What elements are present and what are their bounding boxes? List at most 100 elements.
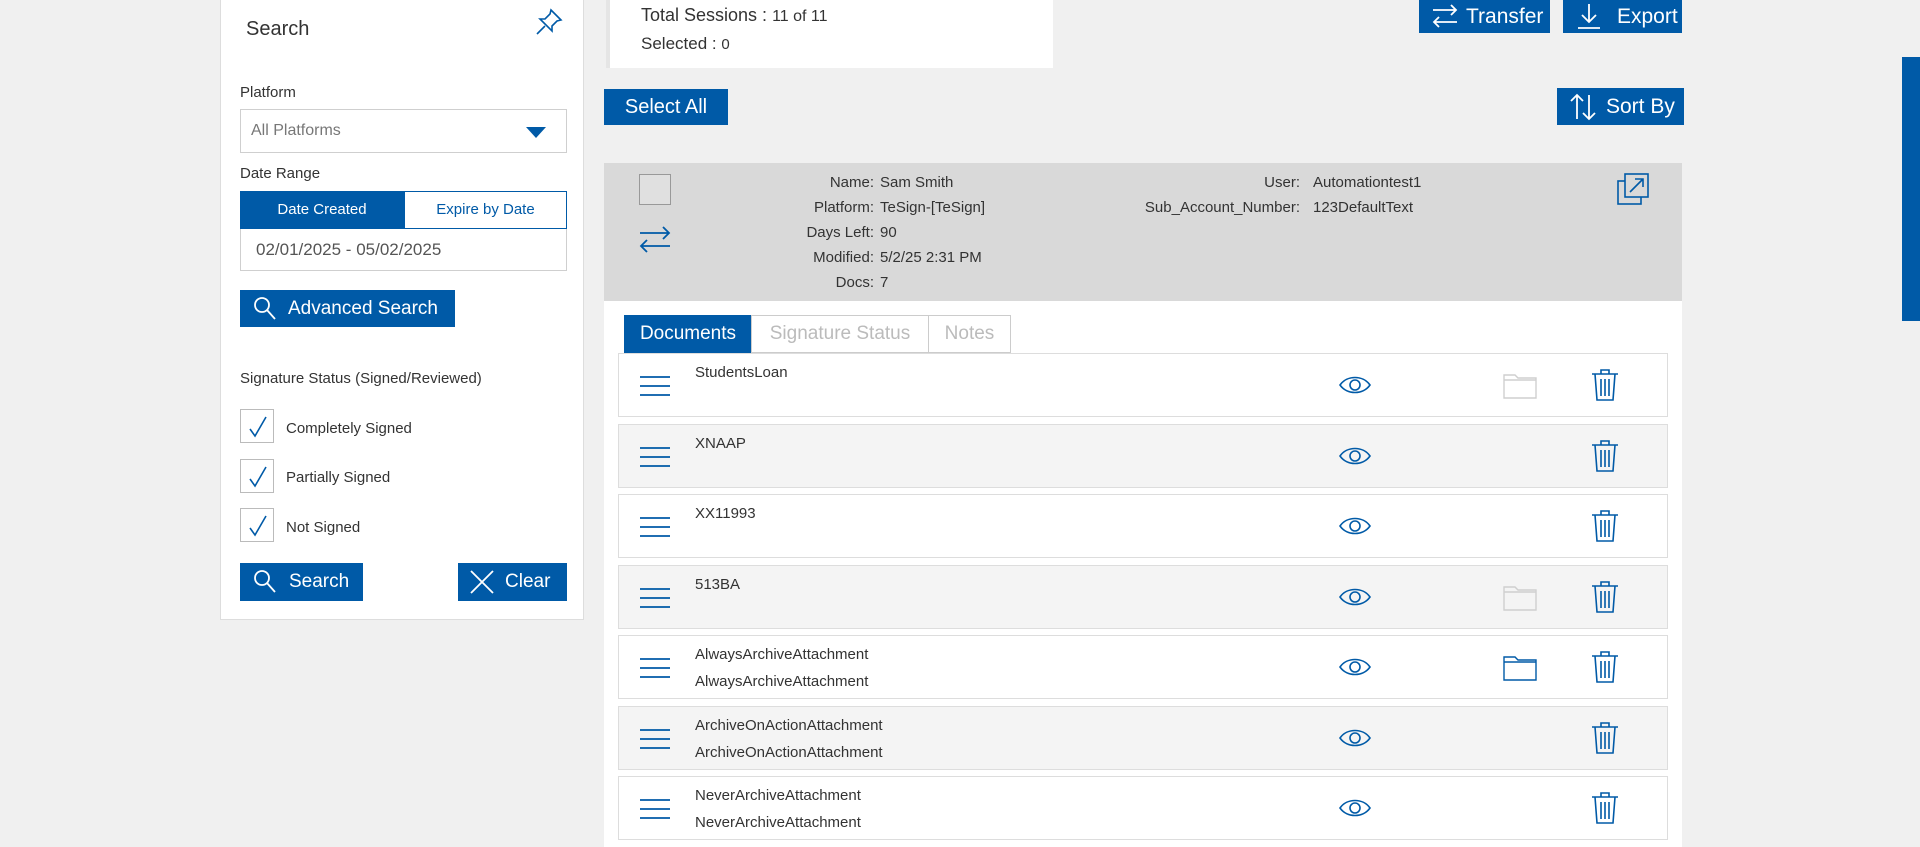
checkmark-icon (249, 515, 267, 537)
table-row[interactable]: XNAAP (618, 424, 1668, 488)
tab-signature-status[interactable]: Signature Status (751, 315, 929, 353)
trash-icon[interactable] (1591, 510, 1619, 547)
transfer-icon[interactable] (638, 225, 672, 260)
selected-count: Selected : 0 (641, 34, 730, 54)
platform-value: TeSign-[TeSign] (880, 199, 986, 216)
drag-handle-icon[interactable] (639, 516, 671, 543)
advanced-search-label: Advanced Search (288, 297, 438, 319)
transfer-button-label: Transfer (1466, 4, 1544, 28)
table-row[interactable]: AlwaysArchiveAttachment AlwaysArchiveAtta… (618, 635, 1668, 699)
document-name: XNAAP (695, 435, 746, 452)
eye-icon[interactable] (1339, 656, 1371, 683)
date-range-label: Date Range (240, 165, 321, 182)
document-name: StudentsLoan (695, 364, 788, 381)
document-name: NeverArchiveAttachment (695, 787, 861, 804)
sub-account-value: 123DefaultText (1313, 199, 1414, 216)
table-row[interactable]: NeverArchiveAttachment NeverArchiveAttach… (618, 776, 1668, 840)
checkmark-icon (249, 466, 267, 488)
days-left-value: 90 (880, 224, 897, 241)
table-row[interactable]: StudentsLoan (618, 353, 1668, 417)
drag-handle-icon[interactable] (639, 375, 671, 402)
trash-icon[interactable] (1591, 792, 1619, 829)
session-checkbox[interactable] (639, 174, 671, 205)
platform-select[interactable]: All Platforms (240, 109, 567, 153)
date-range-input[interactable]: 02/01/2025 - 05/02/2025 (240, 229, 567, 271)
tab-date-created[interactable]: Date Created (240, 191, 404, 229)
checkbox-not-signed[interactable] (240, 508, 274, 542)
advanced-search-button[interactable]: Advanced Search (240, 290, 455, 327)
drag-handle-icon[interactable] (639, 657, 671, 684)
total-sessions: Total Sessions : 11 of 11 (641, 5, 828, 26)
days-left-key: Days Left: (806, 224, 874, 241)
trash-icon[interactable] (1591, 722, 1619, 759)
table-row[interactable]: XX11993 (618, 494, 1668, 558)
docs-value: 7 (880, 274, 889, 291)
eye-icon[interactable] (1339, 797, 1371, 824)
scrollbar-thumb[interactable] (1902, 57, 1920, 321)
session-summary: Total Sessions : 11 of 11 Selected : 0 (606, 0, 1053, 68)
tab-expire-by-date[interactable]: Expire by Date (404, 191, 567, 229)
eye-icon[interactable] (1339, 586, 1371, 613)
document-name: XX11993 (695, 505, 756, 522)
clear-button[interactable]: Clear (458, 563, 567, 601)
tab-notes[interactable]: Notes (928, 315, 1011, 353)
platform-key: Platform: (813, 199, 874, 216)
name-value: Sam Smith (880, 174, 954, 191)
drag-handle-icon[interactable] (639, 728, 671, 755)
tab-documents[interactable]: Documents (624, 315, 752, 353)
trash-icon[interactable] (1591, 581, 1619, 618)
selected-label: Selected : (641, 34, 717, 53)
trash-icon[interactable] (1591, 651, 1619, 688)
checkmark-icon (249, 416, 267, 438)
eye-icon[interactable] (1339, 727, 1371, 754)
table-row[interactable]: 513BA (618, 565, 1668, 629)
drag-handle-icon[interactable] (639, 798, 671, 825)
pin-icon[interactable] (533, 6, 565, 43)
eye-icon[interactable] (1339, 445, 1371, 472)
session-header: Name: Sam Smith Platform: TeSign-[TeSign… (604, 163, 1682, 301)
drag-handle-icon[interactable] (639, 587, 671, 614)
trash-icon[interactable] (1591, 369, 1619, 406)
checkbox-label: Partially Signed (286, 469, 391, 486)
folder-icon[interactable] (1503, 653, 1537, 686)
export-button[interactable]: Export (1563, 0, 1682, 33)
checkbox-completely-signed[interactable] (240, 409, 274, 443)
search-icon (254, 570, 276, 593)
checkbox-label: Completely Signed (286, 420, 412, 437)
sub-account-key: Sub_Account_Number: (1144, 199, 1300, 216)
search-icon (254, 296, 276, 320)
table-row[interactable]: ArchiveOnActionAttachment ArchiveOnAction… (618, 706, 1668, 770)
total-sessions-value: 11 of 11 (772, 8, 828, 25)
platform-select-value: All Platforms (251, 122, 341, 139)
search-panel: Search Platform All Platforms Date Range… (220, 0, 584, 620)
drag-handle-icon[interactable] (639, 446, 671, 473)
transfer-icon (1432, 3, 1458, 28)
search-button[interactable]: Search (240, 563, 363, 601)
transfer-button[interactable]: Transfer (1419, 0, 1550, 33)
close-icon (470, 570, 494, 594)
clear-button-label: Clear (505, 571, 551, 592)
eye-icon[interactable] (1339, 374, 1371, 401)
select-all-button[interactable]: Select All (604, 89, 728, 125)
docs-key: Docs: (835, 274, 874, 291)
document-name: AlwaysArchiveAttachment (695, 646, 869, 663)
document-subname: AlwaysArchiveAttachment (695, 673, 869, 690)
modified-value: 5/2/25 2:31 PM (880, 249, 982, 266)
document-name: 513BA (695, 576, 741, 593)
signature-status-label: Signature Status (Signed/Reviewed) (240, 370, 482, 387)
search-panel-title: Search (246, 18, 310, 40)
sort-by-button-label: Sort By (1606, 94, 1675, 118)
checkbox-label: Not Signed (286, 519, 361, 536)
search-button-label: Search (289, 571, 350, 592)
sort-by-button[interactable]: Sort By (1557, 88, 1684, 125)
user-key: User: (1264, 174, 1300, 191)
trash-icon[interactable] (1591, 440, 1619, 477)
open-external-icon[interactable] (1616, 172, 1650, 211)
export-button-label: Export (1617, 4, 1678, 28)
download-icon (1578, 3, 1600, 29)
session-card: Name: Sam Smith Platform: TeSign-[TeSign… (604, 163, 1682, 847)
user-value: Automationtest1 (1313, 174, 1422, 191)
name-key: Name: (829, 174, 874, 191)
checkbox-partially-signed[interactable] (240, 459, 274, 493)
eye-icon[interactable] (1339, 515, 1371, 542)
